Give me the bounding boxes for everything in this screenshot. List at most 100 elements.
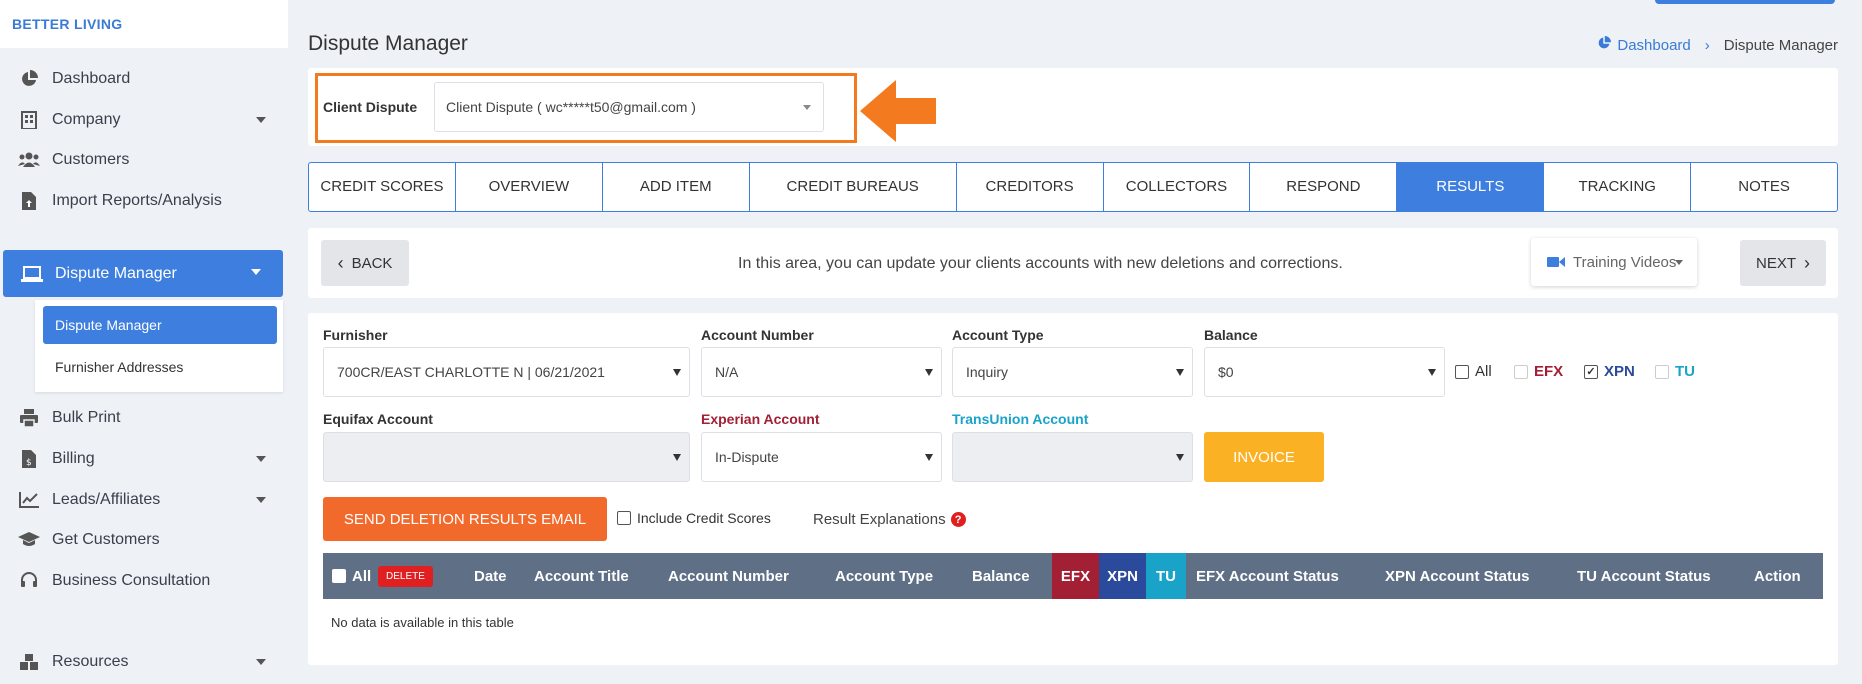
transunion-account-label: TransUnion Account (952, 411, 1089, 427)
tab-credit-scores[interactable]: CREDIT SCORES (309, 163, 456, 211)
sidebar-item-label: Dashboard (52, 70, 131, 87)
bureau-efx-label: EFX (1534, 363, 1564, 380)
col-tu[interactable]: TU (1146, 553, 1186, 599)
result-explanations-link[interactable]: Result Explanations ? (813, 511, 966, 528)
col-account-number[interactable]: Account Number (668, 553, 789, 599)
account-type-value: Inquiry (966, 364, 1009, 380)
sidebar-item-leads-affiliates[interactable]: Leads/Affiliates (0, 478, 288, 522)
file-upload-icon (18, 190, 40, 212)
client-dispute-label: Client Dispute (323, 99, 418, 115)
tab-credit-bureaus[interactable]: CREDIT BUREAUS (750, 163, 957, 211)
empty-table-message: No data is available in this table (331, 615, 514, 630)
sidebar-item-billing[interactable]: $ Billing (0, 437, 288, 481)
col-xpn-account-status[interactable]: XPN Account Status (1385, 553, 1529, 599)
tab-respond[interactable]: RESPOND (1250, 163, 1398, 211)
chevron-down-icon (251, 269, 261, 275)
submenu-item-furnisher-addresses[interactable]: Furnisher Addresses (43, 348, 277, 386)
col-xpn[interactable]: XPN (1099, 553, 1146, 599)
col-efx-account-status[interactable]: EFX Account Status (1196, 553, 1339, 599)
experian-account-select[interactable]: In-Dispute (701, 432, 942, 482)
equifax-account-select[interactable] (323, 432, 690, 482)
sidebar-item-label: Dispute Manager (55, 264, 177, 282)
col-balance[interactable]: Balance (972, 553, 1030, 599)
caret-down-icon (925, 454, 933, 461)
breadcrumb-current: Dispute Manager (1723, 36, 1838, 54)
training-videos-dropdown[interactable]: Training Videos (1531, 238, 1697, 286)
client-dispute-select[interactable]: Client Dispute ( wc*****t50@gmail.com ) (434, 82, 824, 132)
account-number-value: N/A (715, 364, 739, 380)
brand-logo-text: BETTER LIVING (12, 16, 123, 32)
tab-overview[interactable]: OVERVIEW (456, 163, 603, 211)
info-text: In this area, you can update your client… (738, 255, 1343, 272)
print-icon (18, 407, 40, 429)
sidebar-item-label: Resources (52, 653, 129, 670)
bureau-tu-checkbox[interactable]: TU (1655, 363, 1695, 380)
caret-down-icon (1675, 260, 1683, 265)
experian-account-value: In-Dispute (715, 449, 779, 465)
headset-icon (18, 570, 40, 592)
tab-tracking[interactable]: TRACKING (1544, 163, 1692, 211)
invoice-button[interactable]: INVOICE (1204, 432, 1324, 482)
caret-down-icon (803, 105, 811, 110)
checkbox-box (1455, 364, 1469, 379)
sidebar-item-dispute-manager[interactable]: Dispute Manager (3, 250, 283, 297)
sidebar-item-company[interactable]: Company (0, 98, 288, 142)
send-deletion-results-email-button[interactable]: SEND DELETION RESULTS EMAIL (323, 497, 607, 541)
invoice-icon: $ (18, 448, 40, 470)
top-accent-bar (1655, 0, 1835, 4)
sidebar-item-label: Company (52, 111, 121, 128)
question-icon: ? (950, 512, 966, 527)
chevron-down-icon (256, 456, 266, 462)
sidebar-item-bulk-print[interactable]: Bulk Print (0, 396, 288, 440)
tab-results[interactable]: RESULTS (1397, 163, 1545, 211)
sidebar-item-label: Billing (52, 450, 95, 467)
caret-down-icon (673, 454, 681, 461)
col-action[interactable]: Action (1754, 553, 1801, 599)
sidebar-item-label: Import Reports/Analysis (52, 192, 222, 209)
svg-text:$: $ (26, 458, 32, 468)
breadcrumb-dashboard-link[interactable]: Dashboard (1617, 37, 1690, 54)
select-all-label: All (352, 567, 372, 585)
chevron-left-icon: ‹ (337, 252, 344, 273)
dispute-tabs: CREDIT SCORES OVERVIEW ADD ITEM CREDIT B… (308, 162, 1838, 212)
furnisher-select[interactable]: 700CR/EAST CHARLOTTE N | 06/21/2021 (323, 347, 690, 397)
bureau-all-checkbox[interactable]: All (1455, 363, 1492, 380)
delete-badge-cell: DELETE (378, 553, 433, 599)
graduation-cap-icon (18, 529, 40, 551)
sidebar-item-import-reports[interactable]: Import Reports/Analysis (0, 179, 288, 223)
tab-notes[interactable]: NOTES (1691, 163, 1837, 211)
col-efx[interactable]: EFX (1052, 553, 1099, 599)
arrow-left-icon (860, 80, 936, 142)
col-account-type[interactable]: Account Type (835, 553, 933, 599)
sidebar-item-business-consultation[interactable]: Business Consultation (0, 559, 288, 603)
account-number-select[interactable]: N/A (701, 347, 942, 397)
next-button[interactable]: NEXT › (1740, 240, 1826, 286)
transunion-account-select[interactable] (952, 432, 1193, 482)
client-dispute-value: Client Dispute ( wc*****t50@gmail.com ) (446, 99, 696, 115)
submenu-item-dispute-manager[interactable]: Dispute Manager (43, 306, 277, 344)
tab-add-item[interactable]: ADD ITEM (603, 163, 750, 211)
checkbox-box (1514, 364, 1528, 379)
caret-down-icon (1176, 369, 1184, 376)
sidebar-item-get-customers[interactable]: Get Customers (0, 518, 288, 562)
bureau-xpn-checkbox[interactable]: ✓ XPN (1584, 363, 1635, 380)
account-number-label: Account Number (701, 327, 814, 343)
col-tu-account-status[interactable]: TU Account Status (1577, 553, 1711, 599)
col-account-title[interactable]: Account Title (534, 553, 629, 599)
checkmark-icon: ✓ (1584, 364, 1598, 379)
include-credit-scores-checkbox[interactable]: Include Credit Scores (617, 510, 771, 526)
tab-creditors[interactable]: CREDITORS (957, 163, 1104, 211)
account-type-select[interactable]: Inquiry (952, 347, 1193, 397)
tab-collectors[interactable]: COLLECTORS (1104, 163, 1251, 211)
back-button[interactable]: ‹ BACK (321, 240, 409, 286)
col-date[interactable]: Date (474, 553, 507, 599)
caret-down-icon (1176, 454, 1184, 461)
sidebar-item-dashboard[interactable]: Dashboard (0, 57, 288, 101)
delete-button[interactable]: DELETE (378, 565, 433, 587)
select-all-checkbox[interactable]: All (332, 553, 371, 599)
next-button-label: NEXT (1755, 254, 1796, 272)
balance-select[interactable]: $0 (1204, 347, 1445, 397)
sidebar-item-resources[interactable]: Resources (0, 640, 288, 684)
sidebar-item-customers[interactable]: Customers (0, 138, 288, 182)
bureau-efx-checkbox[interactable]: EFX (1514, 363, 1563, 380)
